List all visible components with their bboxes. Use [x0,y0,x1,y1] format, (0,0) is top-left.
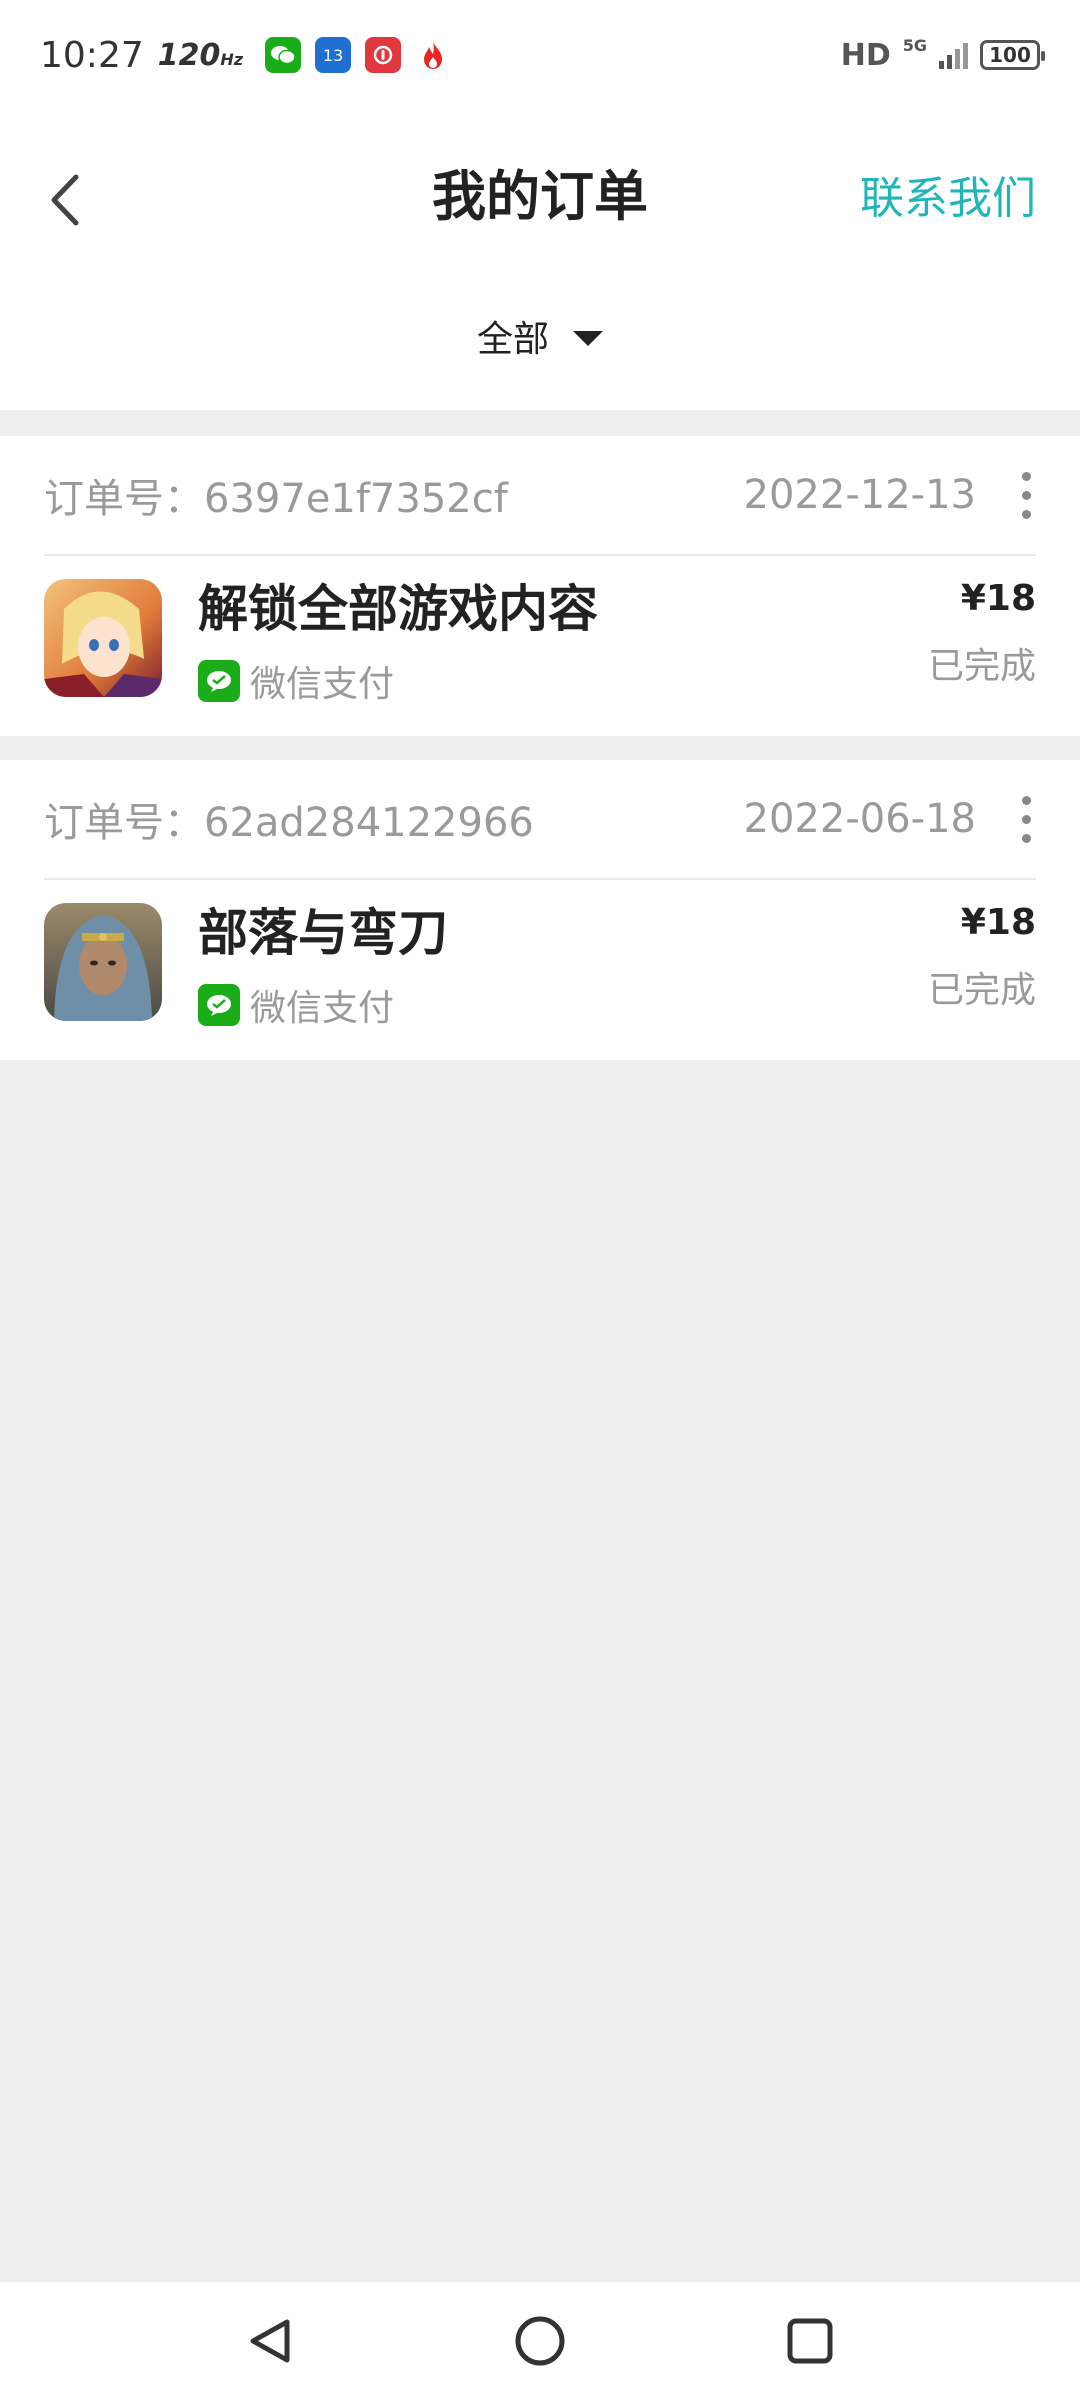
caret-down-icon [573,330,603,346]
nav-home-button[interactable] [510,2311,570,2371]
calendar-icon: 13 [315,37,352,73]
game-name: 部落与弯刀 [198,904,448,962]
nav-recents-button[interactable] [780,2311,840,2371]
order-status: 已完成 [927,646,1036,687]
net-type: 5G [902,35,927,55]
order-body: 部落与弯刀 微信支付 ¥18 已完成 [44,902,1036,1029]
order-header: 订单号：62ad284122966 2022-06-18 [44,760,1036,880]
filter-label: 全部 [476,319,549,360]
status-time: 10:27 [40,34,144,76]
status-right: HD 5G 100 [840,35,1045,73]
refresh-rate-value: 120 [157,37,221,73]
order-date: 2022-12-13 [743,472,976,518]
payment-method: 微信支付 [198,979,448,1031]
order-info: 解锁全部游戏内容 微信支付 [198,569,598,707]
order-price: ¥18 [960,902,1036,943]
notification-icons: 13 [265,37,451,73]
order-list: 订单号：6397e1f7352cf 2022-12-13 解锁全部游戏内容 微信… [0,436,1080,1084]
order-price: ¥18 [960,578,1036,619]
square-recents-icon [787,2318,833,2364]
wechat-pay-icon [198,984,240,1026]
triangle-back-icon [250,2319,290,2363]
order-header: 订单号：6397e1f7352cf 2022-12-13 [44,436,1036,556]
order-summary: ¥18 已完成 [928,902,1036,1022]
game-thumbnail [44,903,162,1021]
page-header: 我的订单 联系我们 全部 [0,110,1080,410]
flame-icon [415,37,451,73]
order-card[interactable]: 订单号：62ad284122966 2022-06-18 部落与弯刀 微信支付 … [0,760,1080,1060]
order-number: 订单号：62ad284122966 [44,800,534,846]
order-status: 已完成 [927,970,1036,1011]
nav-back-button[interactable] [240,2311,300,2371]
contact-us-link[interactable]: 联系我们 [860,162,1036,226]
order-number: 订单号：6397e1f7352cf [44,476,508,522]
refresh-rate-unit: Hz [220,49,244,69]
more-options-button[interactable] [1016,471,1036,519]
order-date: 2022-06-18 [743,796,976,842]
recorder-icon [365,37,402,73]
order-summary: ¥18 已完成 [928,578,1036,698]
more-options-button[interactable] [1016,795,1036,843]
order-filter-dropdown[interactable]: 全部 [0,310,1080,362]
order-card[interactable]: 订单号：6397e1f7352cf 2022-12-13 解锁全部游戏内容 微信… [0,436,1080,736]
payment-label: 微信支付 [250,988,395,1029]
wechat-icon [265,37,302,73]
payment-label: 微信支付 [250,664,395,705]
order-body: 解锁全部游戏内容 微信支付 ¥18 已完成 [44,578,1036,705]
circle-home-icon [515,2316,565,2366]
hd-indicator: HD [840,37,891,73]
battery-icon: 100 [980,40,1045,70]
status-bar: 10:27 120Hz 13 HD 5G 100 [0,0,1080,110]
wechat-pay-icon [198,660,240,702]
refresh-rate: 120Hz [158,38,243,73]
payment-method: 微信支付 [198,655,598,707]
order-info: 部落与弯刀 微信支付 [198,893,448,1031]
game-name: 解锁全部游戏内容 [198,580,598,638]
system-nav-bar [0,2282,1080,2400]
signal-icon [939,41,968,69]
game-thumbnail [44,579,162,697]
screen: 10:27 120Hz 13 HD 5G 100 我的订单 联系我们 全部 订单… [0,0,1080,2400]
